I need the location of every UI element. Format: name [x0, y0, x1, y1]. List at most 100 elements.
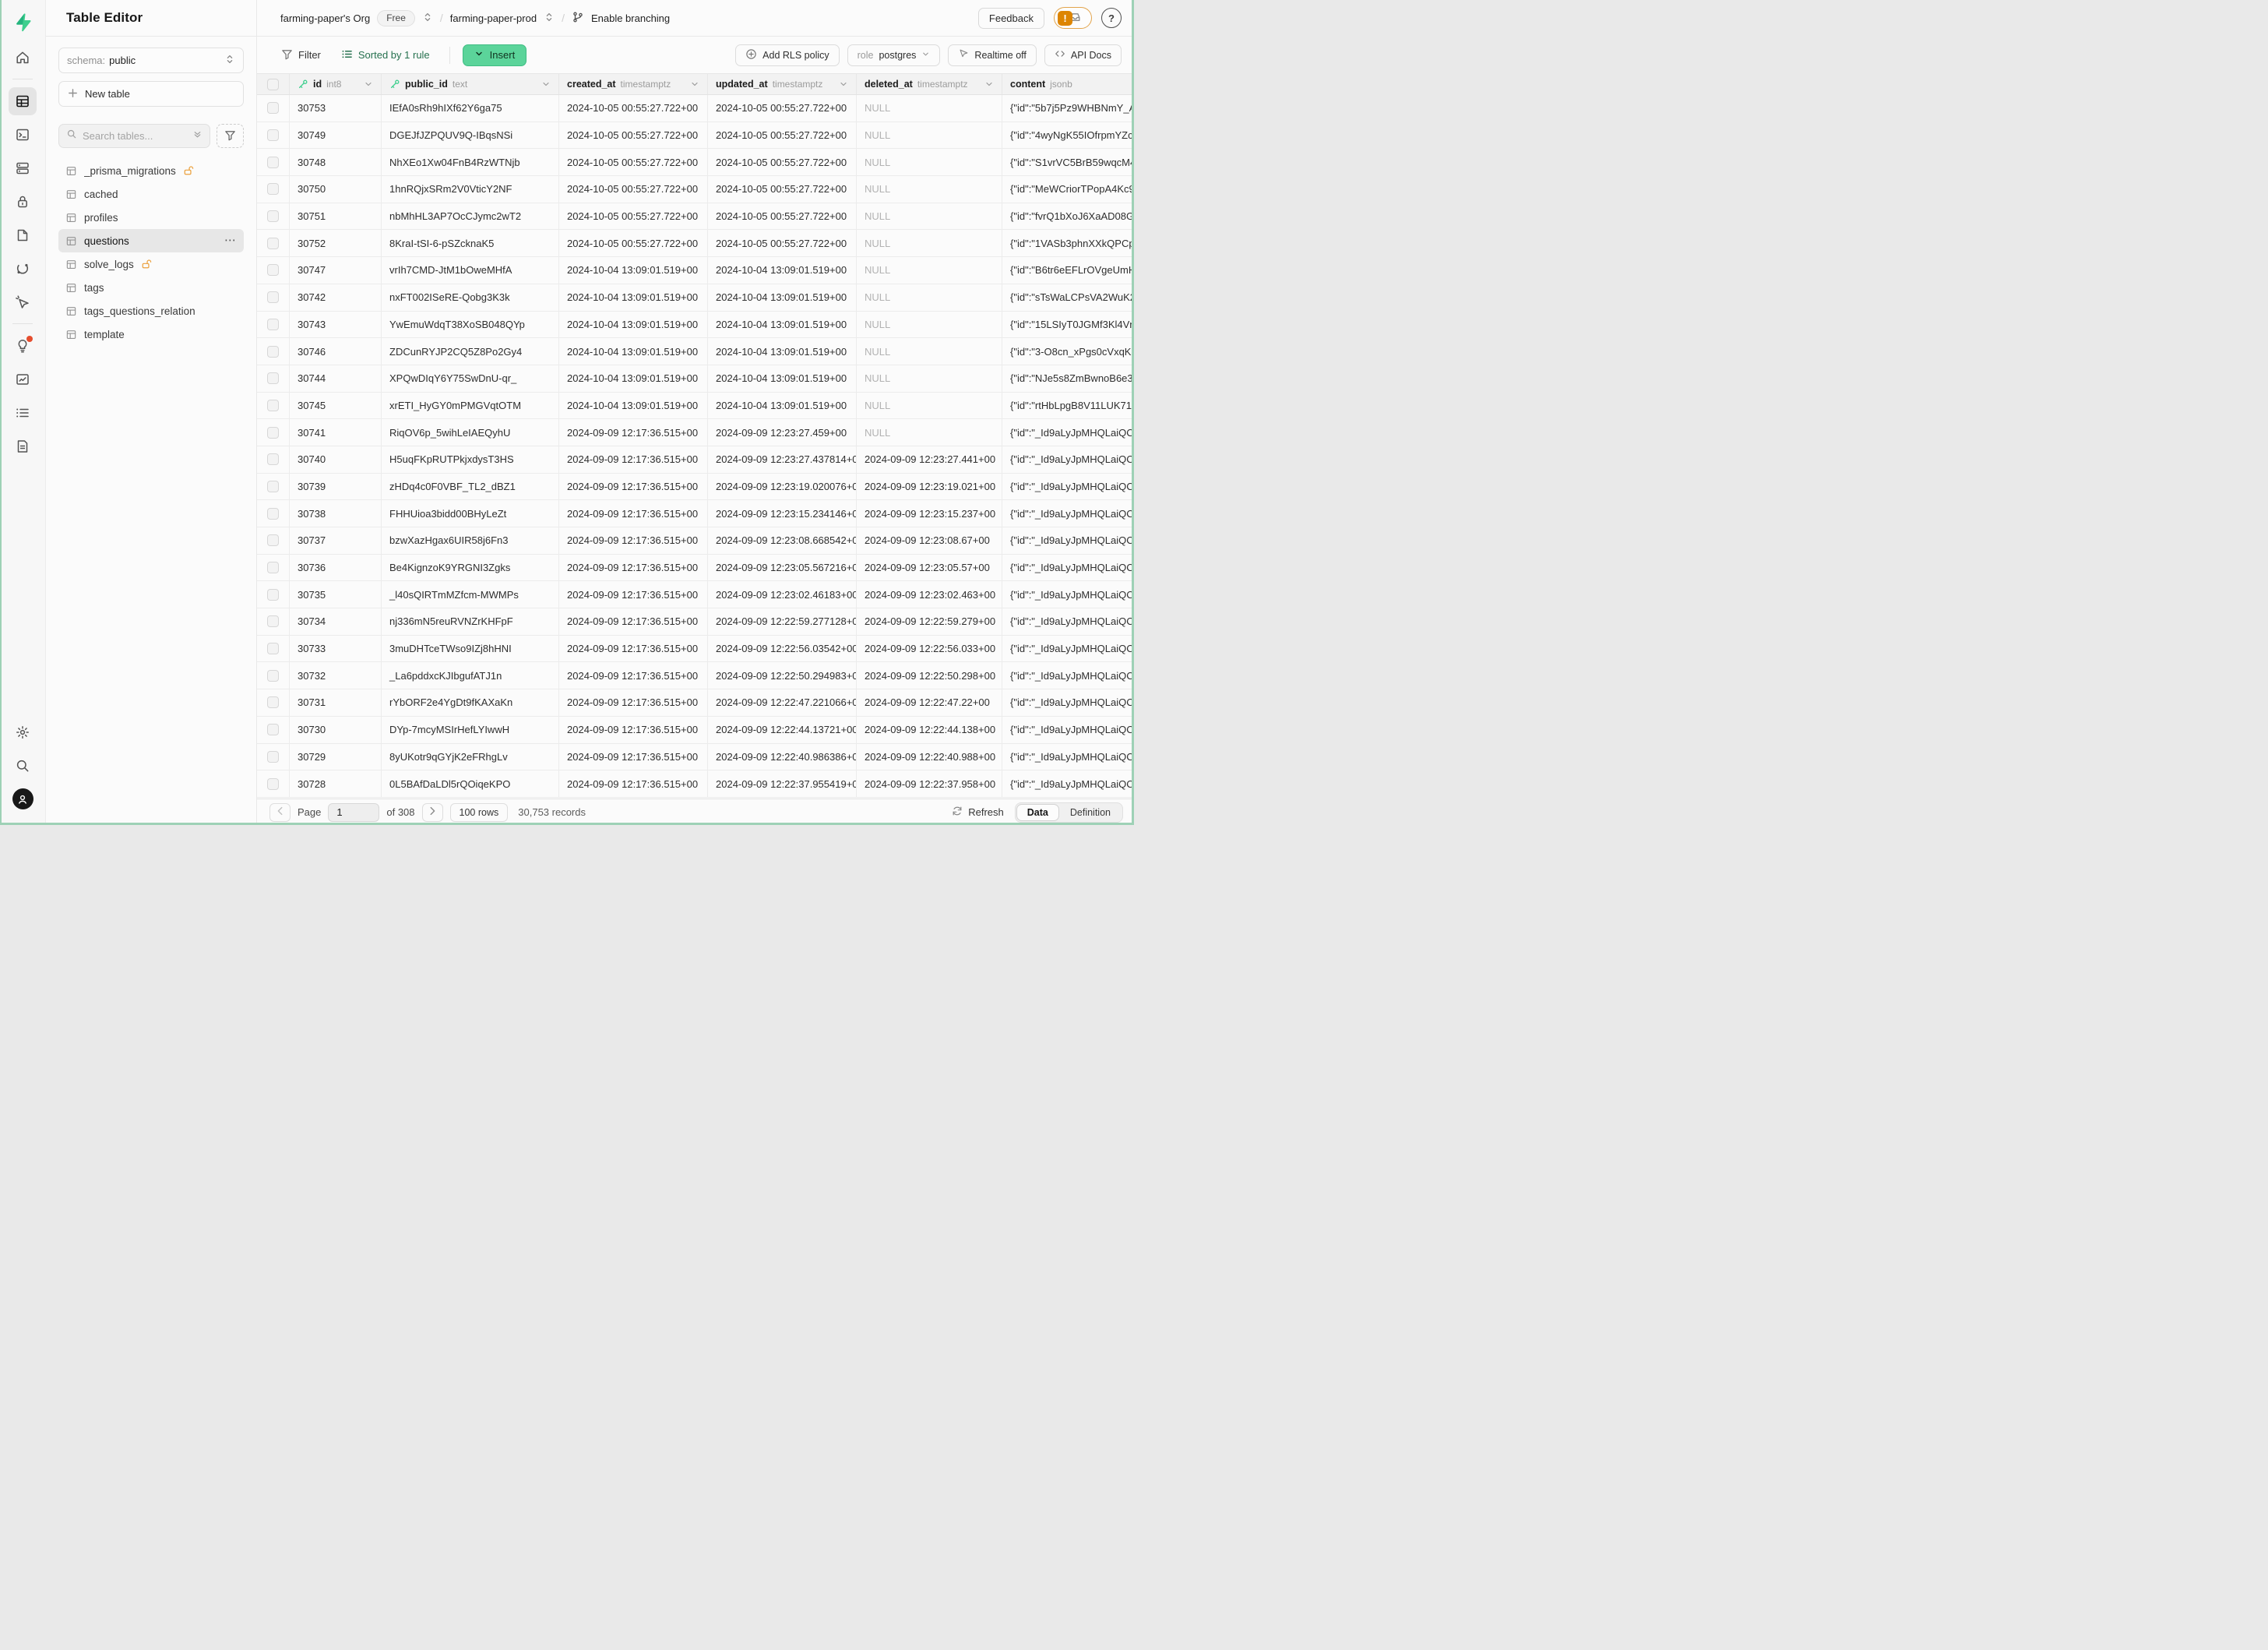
cell-created_at[interactable]: 2024-10-05 00:55:27.722+00 — [559, 95, 708, 122]
cell-id[interactable]: 30750 — [290, 176, 382, 203]
row-checkbox[interactable] — [267, 400, 279, 411]
cell-created_at[interactable]: 2024-09-09 12:17:36.515+00 — [559, 717, 708, 743]
cell-updated_at[interactable]: 2024-09-09 12:23:27.437814+00 — [708, 446, 857, 473]
cell-updated_at[interactable]: 2024-10-05 00:55:27.722+00 — [708, 230, 857, 256]
cell-deleted_at[interactable]: 2024-09-09 12:23:02.463+00 — [857, 581, 1002, 608]
cell-id[interactable]: 30745 — [290, 393, 382, 419]
cell-updated_at[interactable]: 2024-10-04 13:09:01.519+00 — [708, 338, 857, 365]
project-breadcrumb[interactable]: farming-paper-prod — [450, 12, 537, 24]
sidebar-item-logs[interactable] — [9, 399, 37, 427]
cell-created_at[interactable]: 2024-10-04 13:09:01.519+00 — [559, 312, 708, 338]
cell-content[interactable]: {"id":"5b7j5Pz9WHBNmY_A — [1002, 95, 1134, 122]
sidebar-item-table-tags[interactable]: tags — [58, 276, 244, 299]
select-all-checkbox[interactable] — [267, 79, 279, 90]
cell-created_at[interactable]: 2024-10-04 13:09:01.519+00 — [559, 393, 708, 419]
chevron-updown-icon[interactable] — [544, 12, 555, 25]
cell-created_at[interactable]: 2024-10-04 13:09:01.519+00 — [559, 338, 708, 365]
sidebar-item-table-solve_logs[interactable]: solve_logs — [58, 252, 244, 276]
cell-updated_at[interactable]: 2024-09-09 12:22:40.986386+00 — [708, 744, 857, 770]
cell-content[interactable]: {"id":"rtHbLpgB8V11LUK715 — [1002, 393, 1134, 419]
cell-created_at[interactable]: 2024-10-05 00:55:27.722+00 — [559, 203, 708, 230]
column-header-created_at[interactable]: created_attimestamptz — [559, 74, 708, 94]
insert-button[interactable]: Insert — [463, 44, 527, 66]
sidebar-item-sql-editor[interactable] — [9, 121, 37, 149]
cell-updated_at[interactable]: 2024-09-09 12:22:47.221066+00 — [708, 689, 857, 716]
cell-updated_at[interactable]: 2024-09-09 12:22:59.277128+00 — [708, 608, 857, 635]
cell-content[interactable]: {"id":"_Id9aLyJpMHQLaiQC — [1002, 636, 1134, 662]
cell-updated_at[interactable]: 2024-10-05 00:55:27.722+00 — [708, 122, 857, 149]
cell-deleted_at[interactable]: NULL — [857, 312, 1002, 338]
cell-updated_at[interactable]: 2024-09-09 12:22:56.03542+00 — [708, 636, 857, 662]
row-checkbox[interactable] — [267, 210, 279, 222]
cell-updated_at[interactable]: 2024-10-05 00:55:27.722+00 — [708, 176, 857, 203]
row-checkbox[interactable] — [267, 346, 279, 358]
cell-created_at[interactable]: 2024-10-05 00:55:27.722+00 — [559, 149, 708, 175]
cell-updated_at[interactable]: 2024-10-04 13:09:01.519+00 — [708, 393, 857, 419]
cell-updated_at[interactable]: 2024-09-09 12:22:37.955419+00 — [708, 770, 857, 797]
cell-created_at[interactable]: 2024-09-09 12:17:36.515+00 — [559, 608, 708, 635]
cell-deleted_at[interactable]: 2024-09-09 12:22:59.279+00 — [857, 608, 1002, 635]
cell-updated_at[interactable]: 2024-09-09 12:23:02.46183+00 — [708, 581, 857, 608]
sidebar-item-table-editor[interactable] — [9, 87, 37, 115]
enable-branching-button[interactable]: Enable branching — [591, 12, 670, 24]
realtime-toggle-button[interactable]: Realtime off — [948, 44, 1036, 66]
account-menu[interactable] — [9, 785, 37, 813]
column-header-updated_at[interactable]: updated_attimestamptz — [708, 74, 857, 94]
cell-id[interactable]: 30734 — [290, 608, 382, 635]
sidebar-item-table-questions[interactable]: questions⋯ — [58, 229, 244, 252]
cell-created_at[interactable]: 2024-10-05 00:55:27.722+00 — [559, 230, 708, 256]
cell-public_id[interactable]: 3muDHTceTWso9IZj8hHNI — [382, 636, 559, 662]
cell-public_id[interactable]: 8yUKotr9qGYjK2eFRhgLv — [382, 744, 559, 770]
cell-updated_at[interactable]: 2024-10-05 00:55:27.722+00 — [708, 95, 857, 122]
cell-content[interactable]: {"id":"fvrQ1bXoJ6XaAD08G — [1002, 203, 1134, 230]
cell-content[interactable]: {"id":"1VASb3phnXXkQPCpv — [1002, 230, 1134, 256]
cell-public_id[interactable]: rYbORF2e4YgDt9fKAXaKn — [382, 689, 559, 716]
cell-updated_at[interactable]: 2024-09-09 12:23:19.020076+00 — [708, 474, 857, 500]
row-checkbox[interactable] — [267, 696, 279, 708]
row-checkbox[interactable] — [267, 778, 279, 790]
cell-deleted_at[interactable]: 2024-09-09 12:23:05.57+00 — [857, 555, 1002, 581]
prev-page-button[interactable] — [269, 803, 291, 822]
role-select[interactable]: role postgres — [847, 44, 941, 66]
cell-deleted_at[interactable]: 2024-09-09 12:22:56.033+00 — [857, 636, 1002, 662]
sidebar-item-api-docs[interactable] — [9, 432, 37, 460]
sidebar-item-table-profiles[interactable]: profiles — [58, 206, 244, 229]
row-checkbox[interactable] — [267, 264, 279, 276]
cell-public_id[interactable]: bzwXazHgax6UIR58j6Fn3 — [382, 527, 559, 554]
cell-content[interactable]: {"id":"S1vrVC5BrB59wqcM4 — [1002, 149, 1134, 175]
cell-content[interactable]: {"id":"_Id9aLyJpMHQLaiQC — [1002, 581, 1134, 608]
cell-public_id[interactable]: Be4KignzoK9YRGNI3Zgks — [382, 555, 559, 581]
chevron-down-icon[interactable] — [839, 79, 848, 89]
cell-created_at[interactable]: 2024-09-09 12:17:36.515+00 — [559, 581, 708, 608]
cell-content[interactable]: {"id":"_Id9aLyJpMHQLaiQC — [1002, 446, 1134, 473]
cell-content[interactable]: {"id":"_Id9aLyJpMHQLaiQC — [1002, 689, 1134, 716]
sidebar-item-table-template[interactable]: template — [58, 323, 244, 346]
feedback-button[interactable]: Feedback — [978, 8, 1044, 29]
cell-id[interactable]: 30747 — [290, 257, 382, 284]
cell-deleted_at[interactable]: 2024-09-09 12:23:27.441+00 — [857, 446, 1002, 473]
row-checkbox[interactable] — [267, 562, 279, 573]
row-checkbox[interactable] — [267, 183, 279, 195]
cell-id[interactable]: 30742 — [290, 284, 382, 311]
cell-deleted_at[interactable]: NULL — [857, 230, 1002, 256]
column-header-id[interactable]: idint8 — [290, 74, 382, 94]
cell-deleted_at[interactable]: NULL — [857, 149, 1002, 175]
cell-public_id[interactable]: 8KraI-tSI-6-pSZcknaK5 — [382, 230, 559, 256]
sidebar-item-edge-functions[interactable] — [9, 255, 37, 283]
cell-created_at[interactable]: 2024-10-04 13:09:01.519+00 — [559, 284, 708, 311]
cell-public_id[interactable]: zHDq4c0F0VBF_TL2_dBZ1 — [382, 474, 559, 500]
chevron-down-icon[interactable] — [364, 79, 373, 89]
cell-created_at[interactable]: 2024-09-09 12:17:36.515+00 — [559, 500, 708, 527]
cell-public_id[interactable]: IEfA0sRh9hIXf62Y6ga75 — [382, 95, 559, 122]
cell-public_id[interactable]: ZDCunRYJP2CQ5Z8Po2Gy4 — [382, 338, 559, 365]
cell-updated_at[interactable]: 2024-10-04 13:09:01.519+00 — [708, 312, 857, 338]
cell-public_id[interactable]: _La6pddxcKJIbgufATJ1n — [382, 662, 559, 689]
cell-created_at[interactable]: 2024-10-04 13:09:01.519+00 — [559, 365, 708, 392]
row-checkbox[interactable] — [267, 129, 279, 141]
next-page-button[interactable] — [422, 803, 443, 822]
cell-created_at[interactable]: 2024-09-09 12:17:36.515+00 — [559, 744, 708, 770]
column-header-public_id[interactable]: public_idtext — [382, 74, 559, 94]
table-filter-button[interactable] — [217, 124, 244, 148]
cell-public_id[interactable]: vrIh7CMD-JtM1bOweMHfA — [382, 257, 559, 284]
cell-content[interactable]: {"id":"NJe5s8ZmBwnoB6e3 — [1002, 365, 1134, 392]
